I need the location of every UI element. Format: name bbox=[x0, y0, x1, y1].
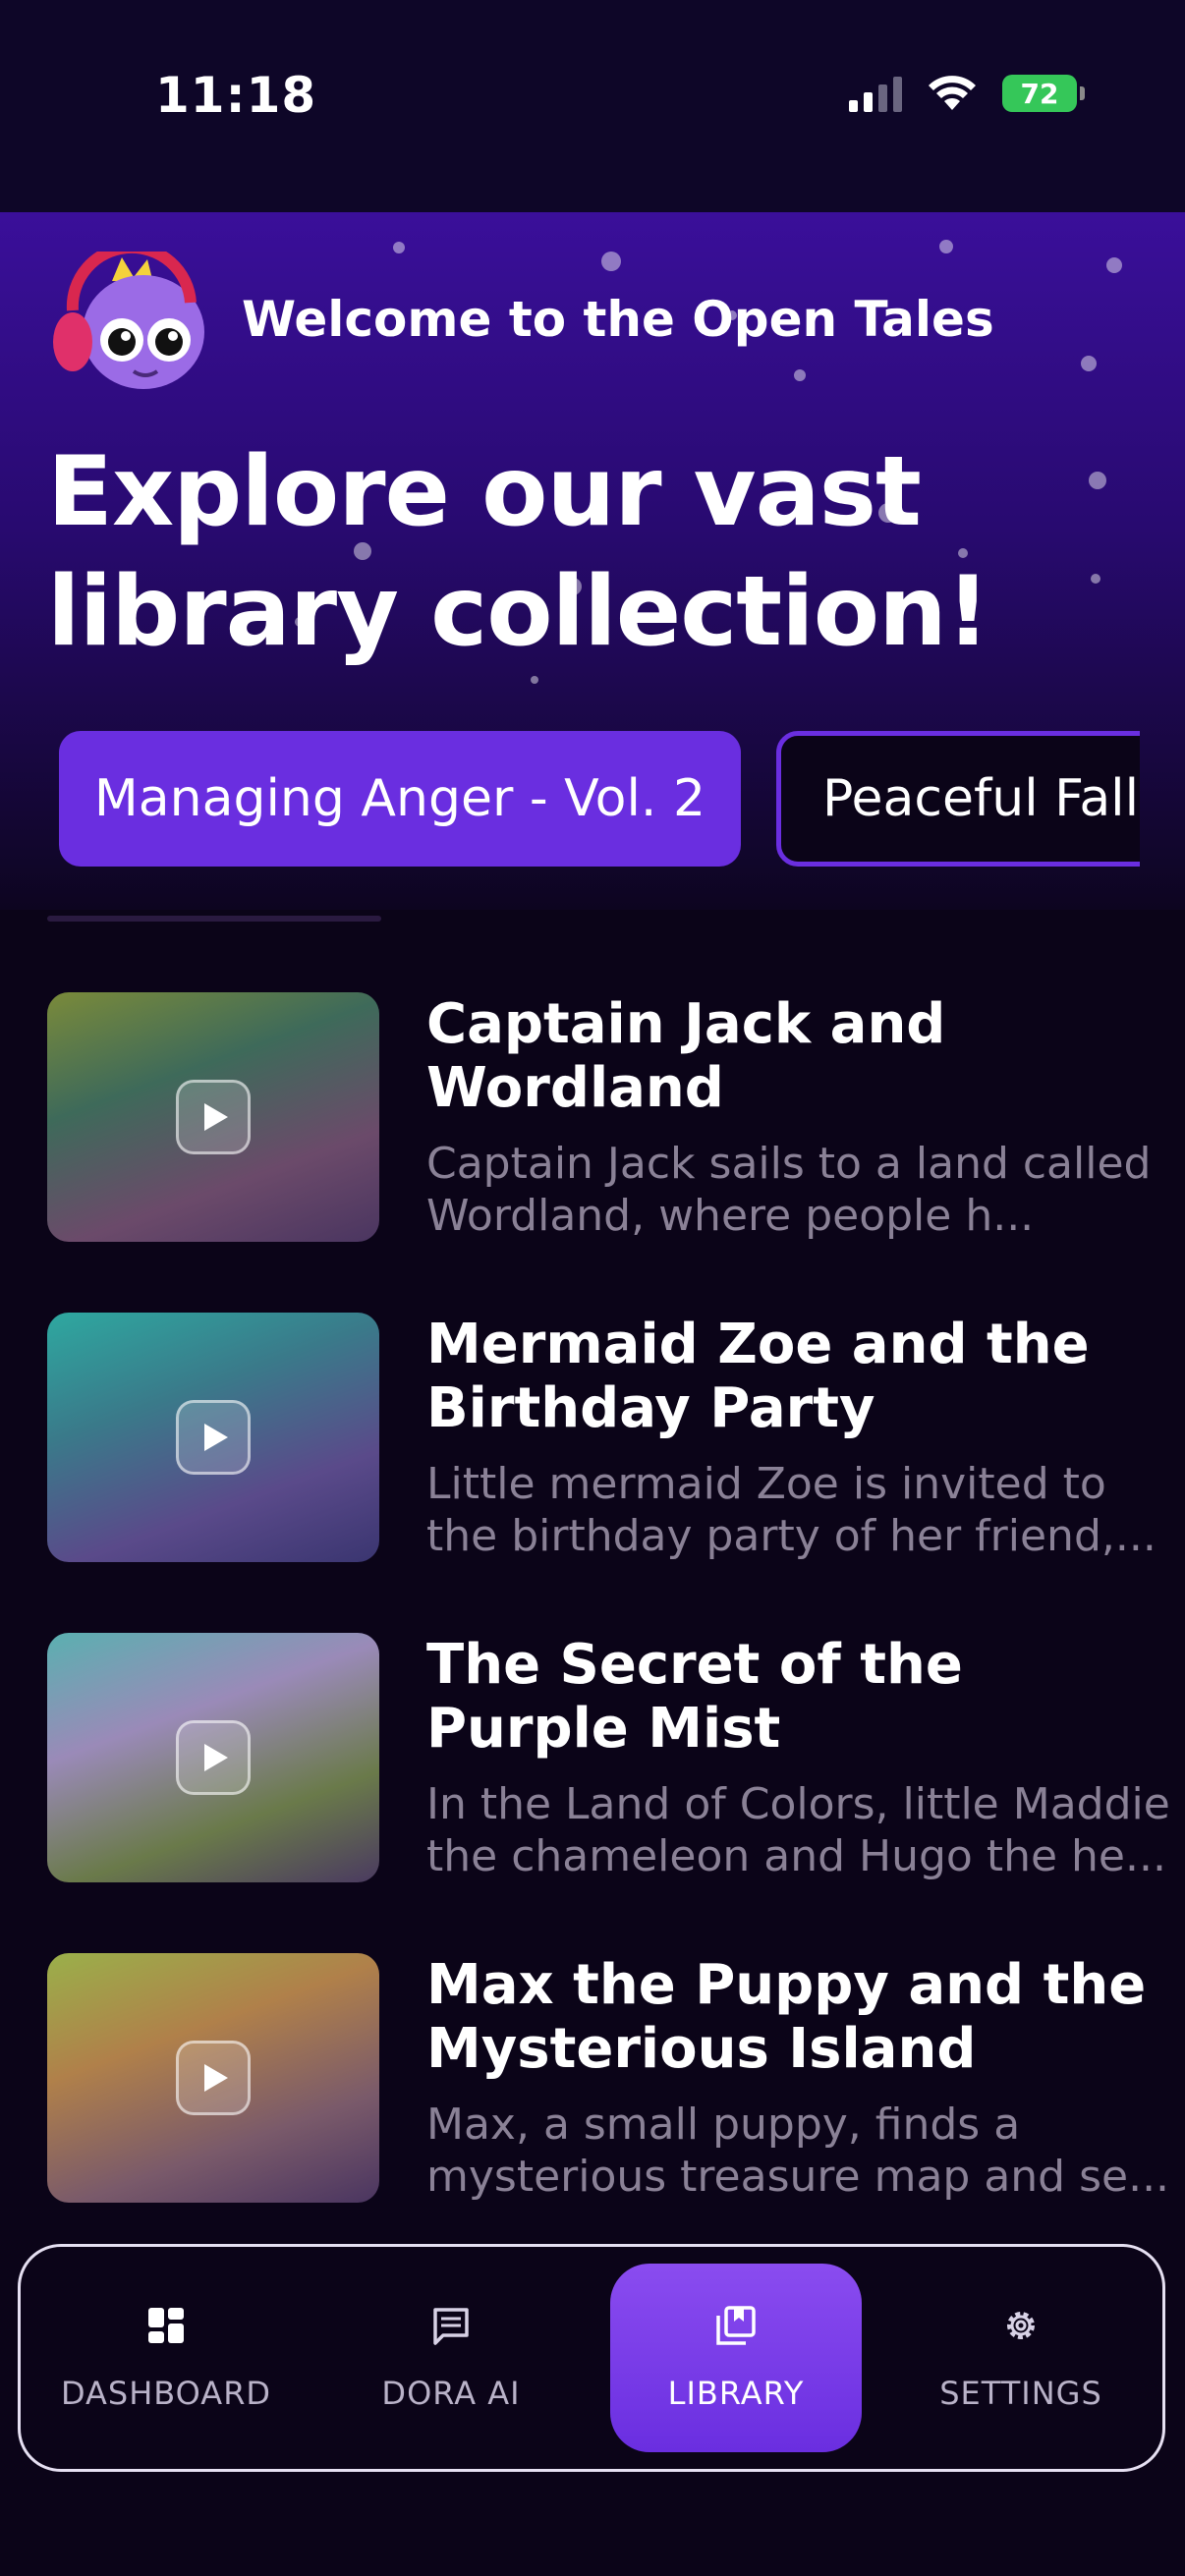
nav-label: SETTINGS bbox=[939, 2375, 1102, 2412]
cellular-signal-icon bbox=[849, 75, 902, 112]
category-chip-managing-anger[interactable]: Managing Anger - Vol. 2 bbox=[59, 731, 741, 867]
nav-label: DORA AI bbox=[381, 2375, 521, 2412]
story-title: Max the Puppy and the Mysterious Island bbox=[426, 1953, 1147, 2081]
status-bar: 11:18 72 bbox=[0, 0, 1185, 212]
story-list: Captain Jack and Wordland Captain Jack s… bbox=[0, 914, 1185, 2240]
nav-dora-ai[interactable]: DORA AI bbox=[325, 2264, 577, 2452]
story-description: Max, a small puppy, finds a mysterious t… bbox=[426, 2100, 1170, 2202]
chat-icon bbox=[433, 2308, 469, 2345]
battery-level: 72 bbox=[1020, 77, 1059, 110]
wifi-icon bbox=[929, 76, 976, 110]
nav-label: LIBRARY bbox=[667, 2375, 805, 2412]
play-icon[interactable] bbox=[176, 1720, 251, 1795]
story-thumbnail[interactable] bbox=[47, 1633, 379, 1882]
play-icon[interactable] bbox=[176, 1400, 251, 1475]
story-thumbnail[interactable] bbox=[47, 992, 379, 1242]
welcome-text: Welcome to the Open Tales bbox=[242, 291, 994, 348]
list-item[interactable]: The Secret of the Purple Mist In the Lan… bbox=[47, 1633, 1170, 1884]
story-title: The Secret of the Purple Mist bbox=[426, 1633, 963, 1761]
gear-icon bbox=[1007, 2312, 1035, 2339]
status-icons: 72 bbox=[849, 75, 1085, 112]
story-thumbnail[interactable] bbox=[47, 1953, 379, 2203]
category-chip-peaceful[interactable]: Peaceful Falli bbox=[776, 731, 1140, 867]
nav-library[interactable]: LIBRARY bbox=[610, 2264, 862, 2452]
list-item[interactable]: Max the Puppy and the Mysterious Island … bbox=[47, 1953, 1169, 2205]
story-description: Little mermaid Zoe is invited to the bir… bbox=[426, 1459, 1157, 1561]
story-title: Captain Jack and Wordland bbox=[426, 992, 946, 1120]
nav-settings[interactable]: SETTINGS bbox=[895, 2264, 1147, 2452]
library-icon bbox=[716, 2306, 756, 2345]
play-icon[interactable] bbox=[176, 2041, 251, 2115]
mascot-avatar-icon bbox=[53, 252, 204, 389]
dashboard-icon bbox=[148, 2308, 184, 2343]
story-description: In the Land of Colors, little Maddie the… bbox=[426, 1779, 1170, 1881]
nav-label: DASHBOARD bbox=[60, 2375, 272, 2412]
story-thumbnail[interactable] bbox=[47, 1313, 379, 1562]
list-divider bbox=[47, 916, 381, 922]
story-title: Mermaid Zoe and the Birthday Party bbox=[426, 1313, 1090, 1440]
bottom-navigation: DASHBOARD DORA AI LIBRARY SETTINGS bbox=[18, 2244, 1165, 2472]
category-tabs: Managing Anger - Vol. 2 Peaceful Falli bbox=[59, 731, 1140, 868]
nav-dashboard[interactable]: DASHBOARD bbox=[40, 2264, 292, 2452]
battery-icon: 72 bbox=[1002, 75, 1085, 112]
list-item[interactable]: Captain Jack and Wordland Captain Jack s… bbox=[47, 992, 1151, 1244]
page-title: Explore our vast library collection! bbox=[47, 436, 990, 668]
status-time: 11:18 bbox=[155, 67, 317, 124]
list-item[interactable]: Mermaid Zoe and the Birthday Party Littl… bbox=[47, 1313, 1157, 1564]
story-description: Captain Jack sails to a land called Word… bbox=[426, 1139, 1152, 1241]
play-icon[interactable] bbox=[176, 1080, 251, 1154]
